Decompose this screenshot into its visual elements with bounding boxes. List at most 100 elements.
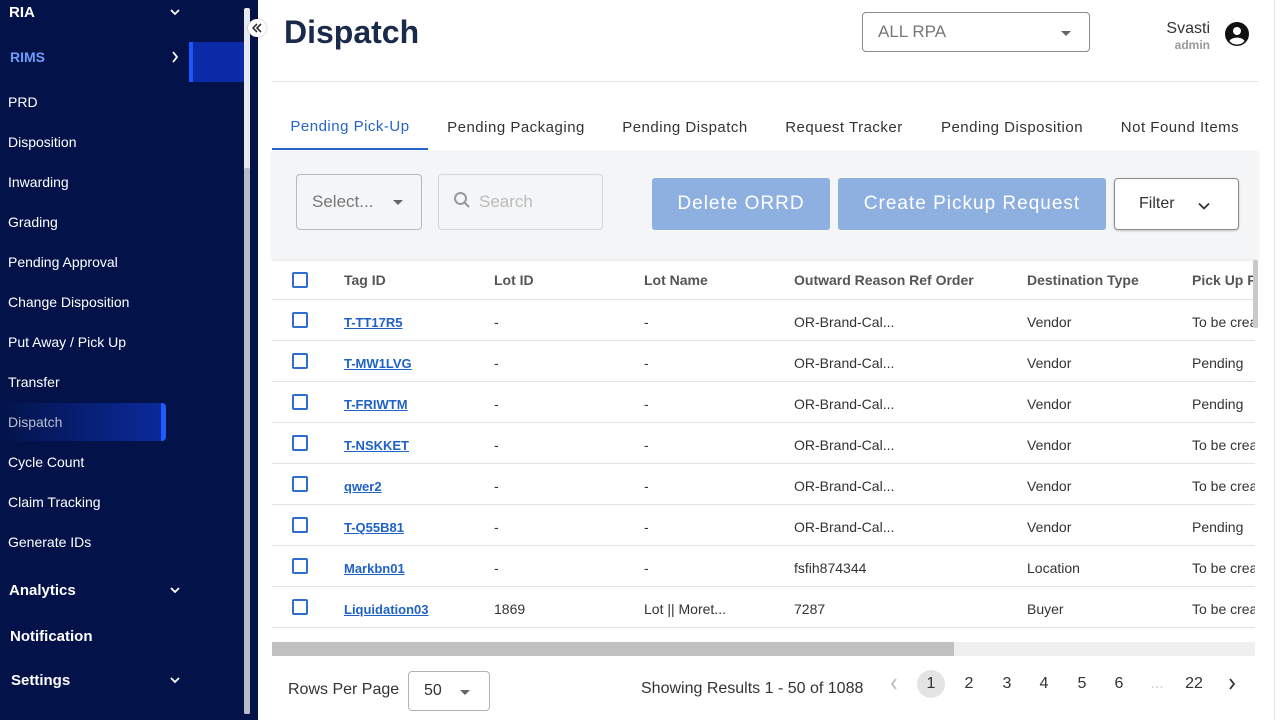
row-checkbox[interactable]	[292, 476, 308, 492]
tag-id-link[interactable]: Liquidation03	[344, 602, 429, 617]
sidebar-item-settings[interactable]: Settings	[0, 660, 244, 700]
row-checkbox[interactable]	[292, 312, 308, 328]
rows-per-page-select[interactable]: 50	[408, 671, 490, 711]
page-button-2[interactable]: 2	[955, 670, 983, 698]
tab-not-found-items[interactable]: Not Found Items	[1102, 104, 1258, 150]
sidebar-item-claim-tracking[interactable]: Claim Tracking	[0, 482, 244, 522]
double-chevron-left-icon[interactable]	[248, 19, 266, 37]
rows-per-page-value: 50	[424, 682, 442, 699]
lot-name-cell: -	[644, 519, 649, 535]
chevron-down-icon	[168, 673, 182, 687]
row-checkbox[interactable]	[292, 353, 308, 369]
tab-pending-disposition[interactable]: Pending Disposition	[924, 104, 1100, 150]
tab-label: Pending Disposition	[940, 118, 1084, 136]
row-checkbox[interactable]	[292, 558, 308, 574]
sidebar-item-label: Change Disposition	[8, 294, 130, 310]
table-horizontal-scrollbar-thumb[interactable]	[272, 642, 954, 656]
sidebar-item-pending-approval[interactable]: Pending Approval	[0, 242, 244, 282]
tag-id-link[interactable]: T-FRIWTM	[344, 397, 408, 412]
row-checkbox[interactable]	[292, 435, 308, 451]
tag-id-link[interactable]: qwer2	[344, 479, 382, 494]
sidebar-scrollbar-thumb[interactable]	[244, 168, 250, 714]
account-circle-icon[interactable]	[1224, 21, 1250, 47]
pick-up-status-cell: Pending	[1192, 355, 1244, 371]
sidebar-item-analytics[interactable]: Analytics	[0, 570, 244, 610]
lot-id-cell: -	[494, 519, 499, 535]
filter-select[interactable]: Select...	[296, 174, 422, 230]
sidebar-item-grading[interactable]: Grading	[0, 202, 244, 242]
page-button-1[interactable]: 1	[917, 670, 945, 698]
column-header-tag-id[interactable]: Tag ID	[344, 272, 386, 288]
column-header-destination-type[interactable]: Destination Type	[1027, 272, 1139, 288]
lot-id-cell: -	[494, 396, 499, 412]
user-name: Svasti	[1166, 20, 1210, 37]
table-vertical-scrollbar[interactable]	[1253, 260, 1258, 328]
rpa-select[interactable]: ALL RPA	[862, 12, 1090, 52]
sidebar-item-cycle-count[interactable]: Cycle Count	[0, 442, 244, 482]
sidebar-item-put-away-pick-up[interactable]: Put Away / Pick Up	[0, 322, 244, 362]
sidebar-item-rims[interactable]: RIMS	[0, 37, 244, 77]
rows-per-page-label: Rows Per Page	[288, 681, 400, 698]
pick-up-status-cell: To be crea	[1192, 314, 1255, 330]
pick-up-status-cell: To be crea	[1192, 437, 1255, 453]
chevron-left-icon[interactable]	[880, 670, 908, 698]
sidebar-item-generate-ids[interactable]: Generate IDs	[0, 522, 244, 562]
table-row: qwer2 - - OR-Brand-Cal... Vendor To be c…	[272, 464, 1255, 505]
tag-id-link[interactable]: T-MW1LVG	[344, 356, 412, 371]
sidebar-item-disposition[interactable]: Disposition	[0, 122, 244, 162]
sidebar-item-inwarding[interactable]: Inwarding	[0, 162, 244, 202]
sidebar-item-label: Cycle Count	[8, 454, 85, 470]
page-button-22[interactable]: 22	[1180, 670, 1208, 698]
table-row: Liquidation03 1869 Lot || Moret... 7287 …	[272, 587, 1255, 628]
select-all-checkbox[interactable]	[292, 272, 308, 288]
page-button-6[interactable]: 6	[1105, 670, 1133, 698]
tab-label: Pending Dispatch	[622, 118, 748, 136]
sidebar-item-label: Inwarding	[8, 174, 69, 190]
column-header-pick-up-request[interactable]: Pick Up R	[1192, 272, 1255, 288]
row-checkbox[interactable]	[292, 599, 308, 615]
sidebar-item-ria[interactable]: RIA	[0, 0, 244, 32]
sidebar-item-change-disposition[interactable]: Change Disposition	[0, 282, 244, 322]
tab-pending-pick-up[interactable]: Pending Pick-Up	[272, 104, 428, 150]
sidebar-item-transfer[interactable]: Transfer	[0, 362, 244, 402]
tag-id-link[interactable]: T-NSKKET	[344, 438, 409, 453]
lot-name-cell: -	[644, 437, 649, 453]
lot-id-cell: -	[494, 437, 499, 453]
header-divider	[272, 81, 1258, 82]
delete-orrd-button[interactable]: Delete ORRD	[652, 178, 830, 230]
tab-pending-dispatch[interactable]: Pending Dispatch	[606, 104, 764, 150]
column-header-outward-reason[interactable]: Outward Reason Ref Order	[794, 272, 974, 288]
chevron-right-icon[interactable]	[1218, 670, 1246, 698]
outward-reason-cell: OR-Brand-Cal...	[794, 355, 895, 371]
tab-label: Not Found Items	[1120, 118, 1240, 136]
tag-id-link[interactable]: T-Q55B81	[344, 520, 404, 535]
tab-pending-packaging[interactable]: Pending Packaging	[430, 104, 602, 150]
results-count: Showing Results 1 - 50 of 1088	[641, 680, 864, 697]
sidebar-item-dispatch[interactable]: Dispatch	[0, 402, 244, 442]
page-button-5[interactable]: 5	[1068, 670, 1096, 698]
row-checkbox[interactable]	[292, 394, 308, 410]
filter-button[interactable]: Filter	[1114, 178, 1239, 230]
column-header-lot-id[interactable]: Lot ID	[494, 272, 534, 288]
user-role: admin	[1174, 38, 1210, 52]
sidebar-item-label: Claim Tracking	[8, 494, 101, 510]
column-header-lot-name[interactable]: Lot Name	[644, 272, 708, 288]
tab-label: Request Tracker	[785, 118, 903, 136]
table-row: T-MW1LVG - - OR-Brand-Cal... Vendor Pend…	[272, 341, 1255, 382]
search-field[interactable]	[438, 174, 603, 230]
page-button-3[interactable]: 3	[993, 670, 1021, 698]
sidebar-item-prd[interactable]: PRD	[0, 82, 244, 122]
destination-type-cell: Vendor	[1027, 355, 1072, 371]
tag-id-link[interactable]: Markbn01	[344, 561, 405, 576]
tab-bar: Pending Pick-Up Pending Packaging Pendin…	[272, 104, 1258, 150]
tab-label: Pending Packaging	[447, 118, 585, 136]
sidebar-item-notification[interactable]: Notification	[0, 616, 244, 656]
row-checkbox[interactable]	[292, 517, 308, 533]
tag-id-link[interactable]: T-TT17R5	[344, 315, 403, 330]
page-button-4[interactable]: 4	[1030, 670, 1058, 698]
tab-request-tracker[interactable]: Request Tracker	[768, 104, 920, 150]
search-input[interactable]	[479, 192, 589, 212]
destination-type-cell: Vendor	[1027, 396, 1072, 412]
caret-down-icon	[393, 200, 403, 205]
create-pickup-request-button[interactable]: Create Pickup Request	[838, 178, 1106, 230]
